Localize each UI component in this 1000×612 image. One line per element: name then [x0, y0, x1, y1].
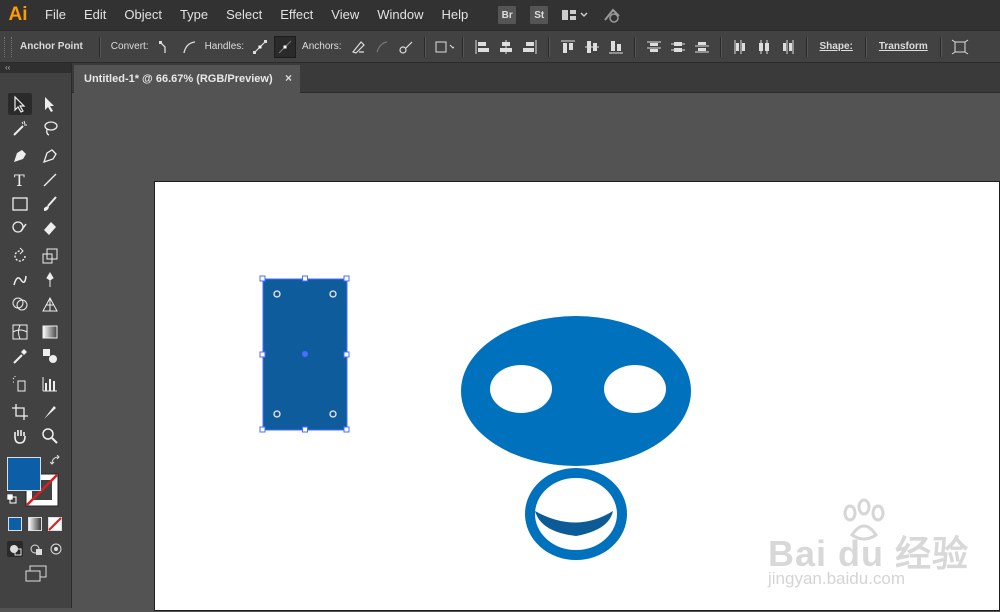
selection-tool-icon[interactable]	[8, 93, 32, 115]
distribute-right-icon[interactable]	[778, 37, 798, 57]
workspace-layout-icon[interactable]	[561, 8, 589, 22]
watermark-url: jingyan.baidu.com	[768, 569, 906, 588]
type-tool-icon[interactable]: T	[8, 169, 32, 191]
tools-panel-collapse[interactable]: ‹‹	[0, 63, 71, 73]
rectangle-tool-icon[interactable]	[8, 193, 32, 215]
svg-text:T: T	[14, 171, 25, 189]
menu-file[interactable]: File	[36, 0, 75, 30]
show-handles-icon[interactable]	[250, 37, 270, 57]
scale-tool-icon[interactable]	[38, 245, 62, 267]
mesh-tool-icon[interactable]	[8, 321, 32, 343]
control-bar: Anchor Point Convert: Handles: Anchors: …	[0, 30, 1000, 63]
control-bar-grip[interactable]	[4, 36, 12, 57]
convert-to-corner-icon[interactable]	[155, 37, 175, 57]
align-right-icon[interactable]	[520, 37, 540, 57]
tools-panel: ‹‹ T	[0, 63, 72, 608]
face-shape[interactable]	[461, 316, 691, 560]
shaper-tool-icon[interactable]	[8, 217, 32, 239]
menu-effect[interactable]: Effect	[271, 0, 322, 30]
draw-normal-icon[interactable]	[7, 541, 23, 557]
gradient-tool-icon[interactable]	[38, 321, 62, 343]
default-colors-icon[interactable]	[6, 493, 17, 504]
menu-view[interactable]: View	[322, 0, 368, 30]
anchors-label: Anchors:	[302, 41, 342, 52]
line-segment-tool-icon[interactable]	[38, 169, 62, 191]
watermark: Bai du 经验 jingyan.baidu.com	[764, 497, 994, 597]
menu-object[interactable]: Object	[115, 0, 171, 30]
lasso-tool-icon[interactable]	[38, 117, 62, 139]
menu-type[interactable]: Type	[171, 0, 217, 30]
column-graph-tool-icon[interactable]	[38, 373, 62, 395]
distribute-bottom-icon[interactable]	[692, 37, 712, 57]
align-center-h-icon[interactable]	[496, 37, 516, 57]
screen-mode-icon[interactable]	[24, 565, 48, 583]
distribute-left-icon[interactable]	[730, 37, 750, 57]
hide-handles-icon[interactable]	[274, 35, 297, 58]
align-center-v-icon[interactable]	[582, 37, 602, 57]
menu-help[interactable]: Help	[432, 0, 477, 30]
distribute-center-h-icon[interactable]	[754, 37, 774, 57]
artboard-tool-icon[interactable]	[8, 401, 32, 423]
gpu-performance-icon[interactable]	[601, 6, 623, 24]
none-mode-icon[interactable]	[48, 517, 62, 531]
color-mode-icon[interactable]	[8, 517, 22, 531]
direct-selection-tool-icon[interactable]	[38, 93, 62, 115]
draw-behind-icon[interactable]	[28, 541, 44, 557]
document-tab-bar: Untitled-1* @ 66.67% (RGB/Preview) ×	[72, 63, 1000, 93]
fill-swatch[interactable]	[7, 457, 41, 491]
isolate-selected-icon[interactable]	[950, 37, 970, 57]
menu-select[interactable]: Select	[217, 0, 271, 30]
app-logo: Ai	[8, 4, 28, 25]
blend-tool-icon[interactable]	[38, 345, 62, 367]
align-to-icon[interactable]	[434, 37, 454, 57]
zoom-tool-icon[interactable]	[38, 425, 62, 447]
paintbrush-tool-icon[interactable]	[38, 193, 62, 215]
handles-label: Handles:	[204, 41, 245, 52]
menu-edit[interactable]: Edit	[75, 0, 115, 30]
distribute-top-icon[interactable]	[644, 37, 664, 57]
transform-link[interactable]: Transform	[873, 41, 934, 52]
puppet-warp-tool-icon[interactable]	[38, 269, 62, 291]
distribute-center-v-icon[interactable]	[668, 37, 688, 57]
align-top-icon[interactable]	[558, 37, 578, 57]
slice-tool-icon[interactable]	[38, 401, 62, 423]
eyedropper-tool-icon[interactable]	[8, 345, 32, 367]
warp-tool-icon[interactable]	[8, 269, 32, 291]
draw-inside-icon[interactable]	[48, 541, 64, 557]
selected-rectangle[interactable]	[259, 275, 350, 433]
document-tab-title: Untitled-1* @ 66.67% (RGB/Preview)	[84, 73, 273, 85]
convert-to-smooth-icon[interactable]	[179, 37, 199, 57]
menu-window[interactable]: Window	[368, 0, 432, 30]
shape-link[interactable]: Shape:	[814, 41, 859, 52]
control-bar-title: Anchor Point	[20, 41, 83, 52]
canvas-area[interactable]: Bai du 经验 jingyan.baidu.com	[72, 93, 1000, 611]
swap-fill-stroke-icon[interactable]	[49, 454, 62, 467]
shape-builder-tool-icon[interactable]	[8, 293, 32, 315]
hand-tool-icon[interactable]	[8, 425, 32, 447]
pen-tool-icon[interactable]	[8, 145, 32, 167]
document-tab[interactable]: Untitled-1* @ 66.67% (RGB/Preview) ×	[74, 65, 300, 93]
menu-bar: Ai File Edit Object Type Select Effect V…	[0, 0, 1000, 30]
close-tab-icon[interactable]: ×	[285, 71, 292, 85]
convert-label: Convert:	[110, 41, 149, 52]
remove-anchor-icon[interactable]	[348, 37, 368, 57]
symbol-sprayer-tool-icon[interactable]	[8, 373, 32, 395]
rotate-tool-icon[interactable]	[8, 245, 32, 267]
bridge-button[interactable]: Br	[498, 6, 517, 24]
cut-path-icon[interactable]	[396, 37, 416, 57]
curvature-tool-icon[interactable]	[38, 145, 62, 167]
connect-paths-icon[interactable]	[372, 37, 392, 57]
gradient-mode-icon[interactable]	[28, 517, 42, 531]
perspective-grid-tool-icon[interactable]	[38, 293, 62, 315]
align-bottom-icon[interactable]	[606, 37, 626, 57]
magic-wand-tool-icon[interactable]	[8, 117, 32, 139]
eraser-tool-icon[interactable]	[38, 217, 62, 239]
align-left-icon[interactable]	[472, 37, 492, 57]
stock-button[interactable]: St	[530, 6, 549, 24]
